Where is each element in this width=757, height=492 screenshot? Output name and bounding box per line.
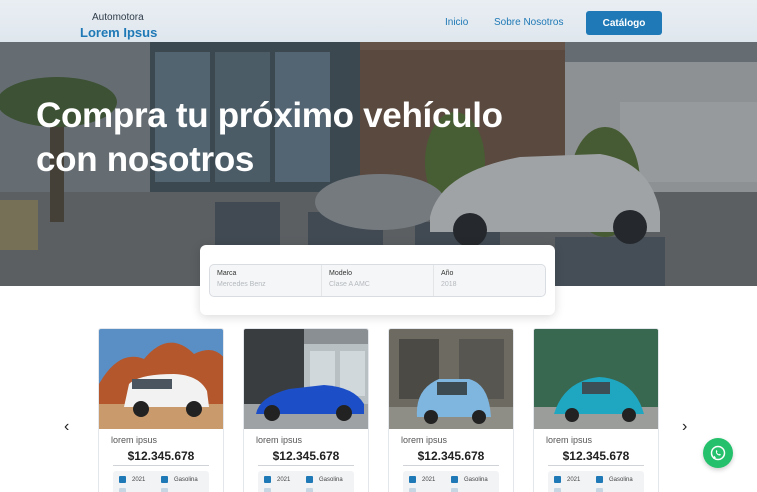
fuel-pump-icon — [596, 476, 603, 483]
calendar-icon — [409, 476, 416, 483]
fuel-pump-icon — [161, 476, 168, 483]
model-field[interactable]: Modelo Clase A AMC — [322, 265, 434, 296]
divider — [403, 465, 499, 466]
fuel-pump-icon — [451, 476, 458, 483]
year-spec: 2021 — [119, 476, 145, 483]
vehicle-card[interactable]: lorem ipsus $12.345.678 2021 Gasolina — [243, 328, 369, 492]
nav-link-sobre-nosotros[interactable]: Sobre Nosotros — [494, 17, 563, 28]
brand-field[interactable]: Marca Mercedes Benz — [210, 265, 322, 296]
vehicle-price: $12.345.678 — [562, 449, 630, 463]
model-field-placeholder[interactable]: Clase A AMC — [329, 281, 426, 288]
divider — [548, 465, 644, 466]
divider — [258, 465, 354, 466]
fuel-spec: Gasolina — [596, 476, 633, 483]
vehicle-fuel: Gasolina — [174, 476, 198, 483]
vehicle-name: lorem ipsus — [401, 435, 448, 445]
fuel-pump-icon — [306, 476, 313, 483]
vehicle-photo — [99, 329, 223, 429]
vehicle-specs: 2021 Gasolina — [113, 471, 209, 492]
vehicle-price: $12.345.678 — [127, 449, 195, 463]
vehicle-year: 2021 — [132, 476, 146, 483]
vehicle-photo — [534, 329, 658, 429]
transmission-icon — [306, 488, 313, 492]
transmission-icon — [596, 488, 603, 492]
vehicle-price: $12.345.678 — [417, 449, 485, 463]
calendar-icon — [554, 476, 561, 483]
hero-title: Compra tu próximo vehículo con nosotros — [36, 96, 503, 179]
vehicle-card[interactable]: lorem ipsus $12.345.678 2021 Gasolina — [98, 328, 224, 492]
vehicle-specs: 2021 Gasolina — [403, 471, 499, 492]
transmission-icon — [161, 488, 168, 492]
mileage-icon — [409, 488, 416, 492]
vehicle-specs: 2021 Gasolina — [258, 471, 354, 492]
vehicle-year: 2021 — [277, 476, 291, 483]
year-field-placeholder[interactable]: 2018 — [441, 281, 538, 288]
catalog-button[interactable]: Catálogo — [586, 11, 662, 35]
calendar-icon — [119, 476, 126, 483]
vehicle-specs: 2021 Gasolina — [548, 471, 644, 492]
whatsapp-icon — [710, 445, 726, 461]
transmission-icon — [451, 488, 458, 492]
vehicle-name: lorem ipsus — [546, 435, 593, 445]
year-spec: 2021 — [264, 476, 290, 483]
vehicle-photo — [244, 329, 368, 429]
year-field[interactable]: Año 2018 — [434, 265, 545, 296]
calendar-icon — [264, 476, 271, 483]
mileage-icon — [264, 488, 271, 492]
vehicle-name: lorem ipsus — [111, 435, 158, 445]
year-field-label: Año — [441, 270, 454, 277]
fuel-spec: Gasolina — [306, 476, 343, 483]
vehicle-card[interactable]: lorem ipsus $12.345.678 2021 Gasolina — [533, 328, 659, 492]
brand-field-label: Marca — [217, 270, 237, 277]
brand-name-bottom: Lorem Ipsus — [80, 25, 158, 40]
vehicle-price: $12.345.678 — [272, 449, 340, 463]
top-navbar: Automotora Lorem Ipsus Inicio Sobre Noso… — [0, 0, 757, 42]
vehicle-fuel: Gasolina — [464, 476, 488, 483]
model-field-label: Modelo — [329, 270, 352, 277]
brand-logo[interactable]: Automotora Lorem Ipsus — [80, 8, 158, 40]
vehicle-name: lorem ipsus — [256, 435, 303, 445]
vehicle-card[interactable]: lorem ipsus $12.345.678 2021 Gasolina — [388, 328, 514, 492]
nav-link-inicio[interactable]: Inicio — [445, 17, 468, 28]
mileage-icon — [554, 488, 561, 492]
brand-name-top: Automotora — [92, 12, 144, 23]
whatsapp-button[interactable] — [703, 438, 733, 468]
year-spec: 2021 — [409, 476, 435, 483]
brand-field-placeholder[interactable]: Mercedes Benz — [217, 281, 314, 288]
mileage-icon — [119, 488, 126, 492]
search-form: Marca Mercedes Benz Modelo Clase A AMC A… — [209, 264, 546, 297]
vehicle-year: 2021 — [567, 476, 581, 483]
divider — [113, 465, 209, 466]
vehicle-fuel: Gasolina — [609, 476, 633, 483]
vehicle-year: 2021 — [422, 476, 436, 483]
fuel-spec: Gasolina — [451, 476, 488, 483]
vehicle-photo — [389, 329, 513, 429]
chevron-right-icon[interactable]: › — [682, 418, 687, 436]
search-panel: Marca Mercedes Benz Modelo Clase A AMC A… — [200, 245, 555, 315]
fuel-spec: Gasolina — [161, 476, 198, 483]
year-spec: 2021 — [554, 476, 580, 483]
chevron-left-icon[interactable]: ‹ — [64, 418, 69, 436]
vehicle-fuel: Gasolina — [319, 476, 343, 483]
